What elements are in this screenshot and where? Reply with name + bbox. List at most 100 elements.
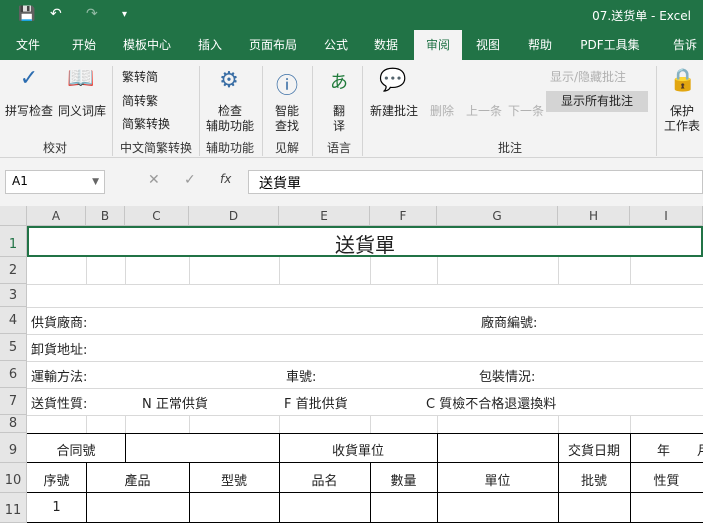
group-comments: 批注 [497, 141, 522, 155]
spell-check-button[interactable]: 拼写检查 [4, 104, 54, 119]
group-language: 语言 [326, 141, 351, 155]
column-header[interactable]: H [558, 206, 630, 226]
tab-pdf-tools[interactable]: PDF工具集 [570, 30, 650, 60]
column-header[interactable]: F [370, 206, 437, 226]
column-header[interactable]: E [279, 206, 370, 226]
customize-icon[interactable]: ▾ [122, 9, 127, 20]
row-header[interactable]: 11 [0, 493, 27, 523]
tab-file[interactable]: 文件 [6, 30, 50, 60]
table-header: 批號 [580, 474, 607, 489]
column-header[interactable]: A [27, 206, 86, 226]
year-label: 年 [657, 444, 671, 459]
thesaurus-button[interactable]: 同义词库 [56, 104, 108, 119]
smart-lookup-button[interactable]: 智能 查找 [268, 104, 306, 134]
protect-sheet-icon: 🔒 [669, 68, 697, 93]
row-header[interactable]: 10 [0, 463, 27, 493]
show-all-comments-button[interactable]: 显示所有批注 [546, 91, 648, 112]
ribbon-tabs: 文件 开始 模板中心 插入 页面布局 公式 数据 审阅 视图 帮助 PDF工具集… [0, 30, 703, 60]
table-header: 品名 [311, 474, 338, 489]
new-comment-icon: 💬 [379, 68, 407, 93]
column-header[interactable]: I [630, 206, 703, 226]
row-header[interactable]: 3 [0, 284, 27, 307]
row-header[interactable]: 5 [0, 334, 27, 361]
address-label: 卸貨地址: [31, 343, 88, 358]
row-header[interactable]: 8 [0, 415, 27, 433]
tab-formulas[interactable]: 公式 [314, 30, 358, 60]
packing-label: 包裝情況: [479, 370, 536, 385]
sheet-title: 送貨單 [335, 233, 395, 257]
month-label: 月 [697, 440, 703, 459]
enter-icon[interactable]: ✓ [184, 172, 196, 188]
column-header[interactable]: B [86, 206, 125, 226]
column-header[interactable]: G [437, 206, 558, 226]
nature-c: C 質檢不合格退還換料 [426, 397, 557, 412]
nature-label: 送貨性質: [31, 397, 88, 412]
next-comment-button[interactable]: 下一条 [504, 104, 548, 119]
car-no-label: 車號: [286, 370, 317, 385]
tab-data[interactable]: 数据 [364, 30, 408, 60]
table-header: 數量 [390, 474, 417, 489]
tab-insert[interactable]: 插入 [188, 30, 232, 60]
row-header[interactable]: 4 [0, 307, 27, 334]
convert-button[interactable]: 简繁转换 [122, 117, 170, 132]
spreadsheet-grid[interactable]: A B C D E F G H I 1 2 3 4 5 6 7 8 9 10 1… [0, 206, 703, 523]
title-bar: 💾 ↶ ↷ ▾ 07.送货单 - Excel [0, 0, 703, 30]
window-title: 07.送货单 - Excel [592, 9, 691, 23]
formula-input[interactable]: 送貨單 [248, 170, 703, 194]
fx-icon[interactable]: fx [220, 172, 231, 186]
t2s-button[interactable]: 繁转简 [122, 70, 158, 85]
select-all[interactable] [0, 206, 27, 226]
show-hide-comment-button[interactable]: 显示/隐藏批注 [550, 70, 626, 85]
nature-f: F 首批供貨 [284, 397, 348, 412]
tab-view[interactable]: 视图 [466, 30, 510, 60]
contract-label: 合同號 [56, 444, 96, 459]
column-header[interactable]: D [189, 206, 279, 226]
accessibility-check-button[interactable]: 检查 辅助功能 [204, 104, 256, 134]
translate-icon: あ [330, 72, 348, 93]
redo-icon[interactable]: ↷ [86, 6, 98, 22]
s2t-button[interactable]: 简转繁 [122, 94, 158, 109]
row-number-cell[interactable]: 1 [27, 500, 86, 515]
accessibility-icon: ⚙ [219, 68, 239, 93]
row-header[interactable]: 1 [0, 226, 27, 257]
group-insights: 见解 [274, 141, 299, 155]
transport-label: 運輸方法: [31, 370, 88, 385]
smart-lookup-icon: ⓘ [275, 74, 298, 99]
tell-me[interactable]: 告诉 [660, 30, 703, 60]
delivery-date-label: 交貨日期 [567, 444, 620, 459]
ribbon: ✓ 拼写检查 📖 同义词库 校对 繁转简 简转繁 简繁转换 中文简繁转换 ⚙ 检… [0, 60, 703, 158]
save-icon[interactable]: 💾 [18, 6, 35, 22]
row-header[interactable]: 6 [0, 361, 27, 388]
cancel-icon[interactable]: ✕ [148, 172, 160, 188]
supplier-label: 供貨廠商: [31, 316, 88, 331]
previous-comment-button[interactable]: 上一条 [462, 104, 506, 119]
table-header: 單位 [484, 474, 511, 489]
table-header: 產品 [124, 474, 151, 489]
new-comment-button[interactable]: 新建批注 [366, 104, 422, 119]
group-accessibility: 辅助功能 [205, 141, 254, 155]
tab-review[interactable]: 审阅 [414, 30, 462, 60]
receiver-label: 收貨單位 [331, 444, 384, 459]
vendor-no-label: 廠商編號: [481, 316, 538, 331]
name-box[interactable]: A1 ▼ [5, 170, 105, 194]
group-proofing: 校对 [42, 141, 67, 155]
group-chinese: 中文简繁转换 [119, 141, 192, 155]
tab-page-layout[interactable]: 页面布局 [240, 30, 306, 60]
row-header[interactable]: 9 [0, 433, 27, 463]
table-header: 型號 [220, 474, 247, 489]
row-header[interactable]: 7 [0, 388, 27, 415]
undo-icon[interactable]: ↶ [50, 6, 62, 22]
table-header: 序號 [43, 474, 70, 489]
spell-check-icon: ✓ [19, 66, 39, 91]
tab-home[interactable]: 开始 [62, 30, 106, 60]
protect-sheet-button[interactable]: 保护 工作表 [662, 104, 702, 134]
thesaurus-icon: 📖 [67, 66, 95, 91]
tab-help[interactable]: 帮助 [518, 30, 562, 60]
tab-templates[interactable]: 模板中心 [114, 30, 180, 60]
row-header[interactable]: 2 [0, 257, 27, 284]
column-header[interactable]: C [125, 206, 189, 226]
formula-bar: A1 ▼ ✕ ✓ fx 送貨單 [0, 158, 703, 206]
table-header: 性質 [653, 474, 680, 489]
translate-button[interactable]: 翻译 [324, 104, 354, 134]
delete-comment-button[interactable]: 删除 [424, 104, 460, 119]
